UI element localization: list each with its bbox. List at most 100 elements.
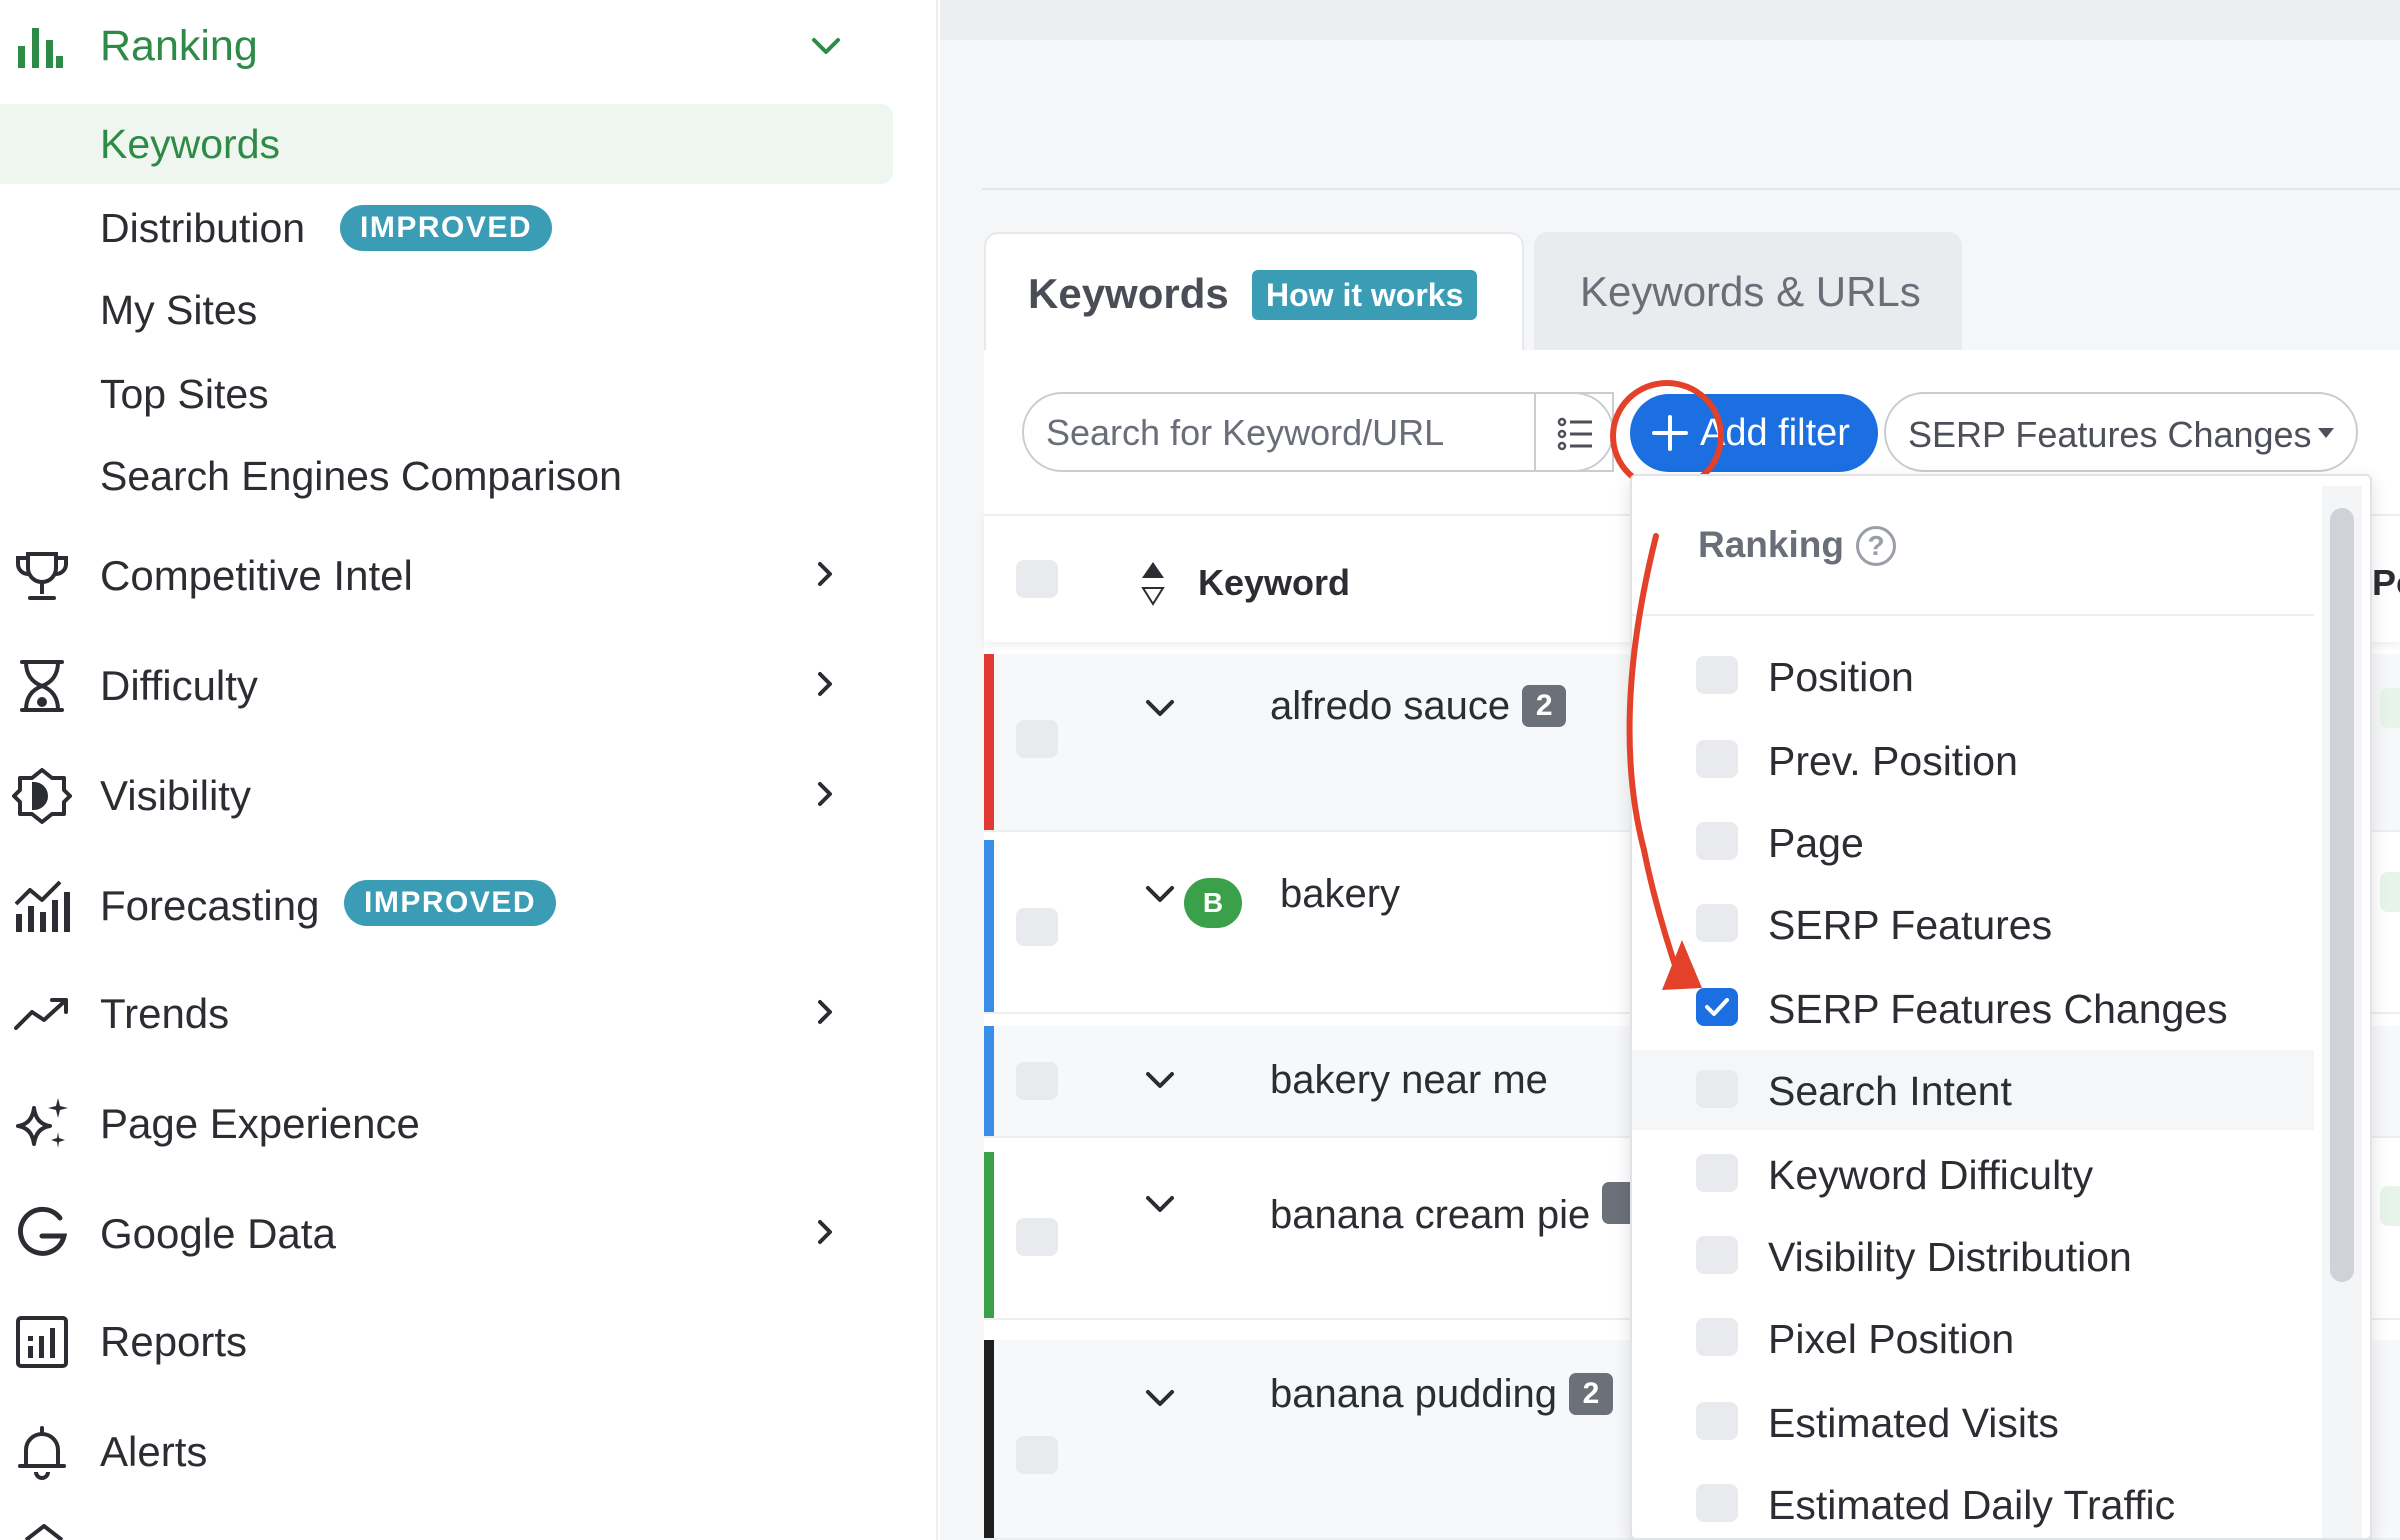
top-bar: [940, 0, 2400, 40]
trophy-icon: [16, 552, 68, 600]
chevron-right-icon: [818, 782, 832, 806]
filter-option-estimated-visits[interactable]: Estimated Visits: [1632, 1382, 2314, 1462]
sidebar-item-reports[interactable]: Reports: [0, 1300, 880, 1380]
chevron-right-icon: [818, 672, 832, 696]
row-checkbox[interactable]: [1016, 1062, 1058, 1100]
filter-dropdown: Ranking ? Position Prev. Position Page S…: [1630, 474, 2372, 1540]
sidebar-item-page-experience[interactable]: Page Experience: [0, 1082, 880, 1162]
position-change-cell: [2380, 872, 2400, 912]
keyword-cell[interactable]: banana pudding 2: [1270, 1372, 1613, 1417]
search-input[interactable]: [1046, 408, 1566, 458]
option-checkbox[interactable]: [1696, 1318, 1738, 1356]
brand-tag-badge: B: [1184, 878, 1242, 928]
select-all-checkbox[interactable]: [1016, 560, 1058, 598]
filter-option-search-intent[interactable]: Search Intent: [1632, 1050, 2314, 1130]
filter-option-visibility-distribution[interactable]: Visibility Distribution: [1632, 1216, 2314, 1296]
trend-icon: [14, 998, 68, 1030]
sidebar-section-ranking[interactable]: Ranking: [0, 14, 880, 78]
sidebar-item-label: Forecasting: [100, 882, 320, 929]
option-label: Page: [1768, 820, 1864, 866]
sidebar-subitem-top-sites[interactable]: Top Sites: [0, 354, 893, 434]
header-divider: [982, 188, 2400, 190]
report-icon: [16, 1316, 68, 1368]
sidebar-item-label: Difficulty: [100, 662, 258, 709]
sidebar-item-label: Google Data: [100, 1210, 336, 1257]
keyword-text[interactable]: bakery near me: [1270, 1058, 1548, 1103]
sidebar-item-visibility[interactable]: Visibility: [0, 754, 880, 834]
chevron-down-icon[interactable]: [1142, 1384, 1178, 1414]
sidebar-section-label: Ranking: [100, 21, 258, 70]
serp-features-changes-filter[interactable]: SERP Features Changes: [1884, 392, 2358, 472]
improved-badge: IMPROVED: [344, 880, 557, 926]
option-label: Visibility Distribution: [1768, 1234, 2132, 1280]
row-color-bar: [984, 654, 994, 830]
chevron-down-icon[interactable]: [1142, 880, 1178, 910]
chevron-down-icon[interactable]: [806, 30, 846, 64]
option-label: Pixel Position: [1768, 1316, 2015, 1362]
tab-keywords[interactable]: Keywords How it works: [984, 232, 1524, 352]
sidebar-subitem-label: Keywords: [100, 120, 281, 167]
position-change-cell: [2380, 688, 2400, 728]
tab-label: Keywords: [1028, 270, 1229, 317]
row-color-bar: [984, 1026, 994, 1136]
sidebar-item-label: Competitive Intel: [100, 552, 413, 599]
sidebar-item-forecasting[interactable]: Forecasting IMPROVED: [0, 864, 880, 944]
column-header-position[interactable]: Po: [2372, 562, 2400, 604]
serp-filter-label: SERP Features Changes: [1908, 414, 2312, 455]
sidebar-subitem-search-engines-comparison[interactable]: Search Engines Comparison: [0, 436, 893, 516]
chevron-down-icon[interactable]: [1142, 694, 1178, 724]
sidebar-item-label: Visibility: [100, 772, 251, 819]
bar-chart-icon: [18, 28, 63, 68]
filter-option-keyword-difficulty[interactable]: Keyword Difficulty: [1632, 1134, 2314, 1214]
sidebar-subitem-label: Top Sites: [100, 370, 269, 417]
keyword-cell[interactable]: banana cream pie: [1270, 1182, 1647, 1238]
keyword-text: banana pudding: [1270, 1372, 1557, 1416]
how-it-works-badge[interactable]: How it works: [1252, 270, 1478, 320]
row-color-bar: [984, 1152, 994, 1318]
sparkle-icon: [16, 1098, 68, 1148]
option-checkbox[interactable]: [1696, 1236, 1738, 1274]
sidebar-item-google-data[interactable]: Google Data: [0, 1192, 880, 1272]
row-checkbox[interactable]: [1016, 1218, 1058, 1256]
option-label: Estimated Visits: [1768, 1400, 2059, 1446]
sidebar-subitem-label: Distribution: [100, 204, 306, 251]
filter-option-pixel-position[interactable]: Pixel Position: [1632, 1298, 2314, 1378]
dropdown-scrollbar-thumb[interactable]: [2330, 508, 2354, 1282]
sidebar-item-difficulty[interactable]: Difficulty: [0, 644, 880, 724]
chevron-down-icon[interactable]: [1142, 1066, 1178, 1096]
sidebar-subitem-label: Search Engines Comparison: [100, 452, 622, 499]
sidebar-subitem-my-sites[interactable]: My Sites: [0, 270, 893, 350]
chevron-down-icon[interactable]: [1142, 1190, 1178, 1220]
keyword-cell[interactable]: alfredo sauce 2: [1270, 684, 1567, 729]
option-checkbox[interactable]: [1696, 1154, 1738, 1192]
help-icon[interactable]: ?: [1856, 526, 1896, 566]
sidebar-subitem-label: My Sites: [100, 286, 258, 333]
chevron-right-icon: [818, 562, 832, 586]
position-change-cell: [2380, 1186, 2400, 1226]
column-header-keyword[interactable]: Keyword: [1198, 562, 1350, 604]
sidebar-item-competitive-intel[interactable]: Competitive Intel: [0, 534, 880, 614]
tab-keywords-urls[interactable]: Keywords & URLs: [1534, 232, 1962, 352]
option-label: Position: [1768, 654, 1914, 700]
option-checkbox[interactable]: [1696, 1070, 1738, 1108]
filter-option-estimated-daily-traffic[interactable]: Estimated Daily Traffic: [1632, 1464, 2314, 1538]
bulk-list-button[interactable]: [1534, 392, 1614, 472]
sidebar-subitem-keywords[interactable]: Keywords: [0, 104, 893, 184]
sidebar-subitem-distribution[interactable]: Distribution IMPROVED: [0, 188, 893, 268]
sidebar-item-label: Trends: [100, 990, 230, 1037]
row-color-bar: [984, 840, 994, 1012]
sidebar-item-trends[interactable]: Trends: [0, 972, 880, 1052]
sidebar-item-alerts[interactable]: Alerts: [0, 1410, 880, 1490]
chevron-right-icon: [818, 1000, 832, 1024]
sort-icon[interactable]: [1138, 558, 1168, 608]
row-checkbox[interactable]: [1016, 720, 1058, 758]
row-checkbox[interactable]: [1016, 908, 1058, 946]
option-checkbox[interactable]: [1696, 1402, 1738, 1440]
partial-next-icon: [24, 1524, 64, 1540]
url-count-badge: 2: [1568, 1373, 1613, 1415]
row-checkbox[interactable]: [1016, 1436, 1058, 1474]
hourglass-icon: [20, 660, 64, 712]
option-checkbox[interactable]: [1696, 1484, 1738, 1522]
visibility-icon: [12, 768, 72, 824]
keyword-text[interactable]: bakery: [1280, 872, 1400, 917]
